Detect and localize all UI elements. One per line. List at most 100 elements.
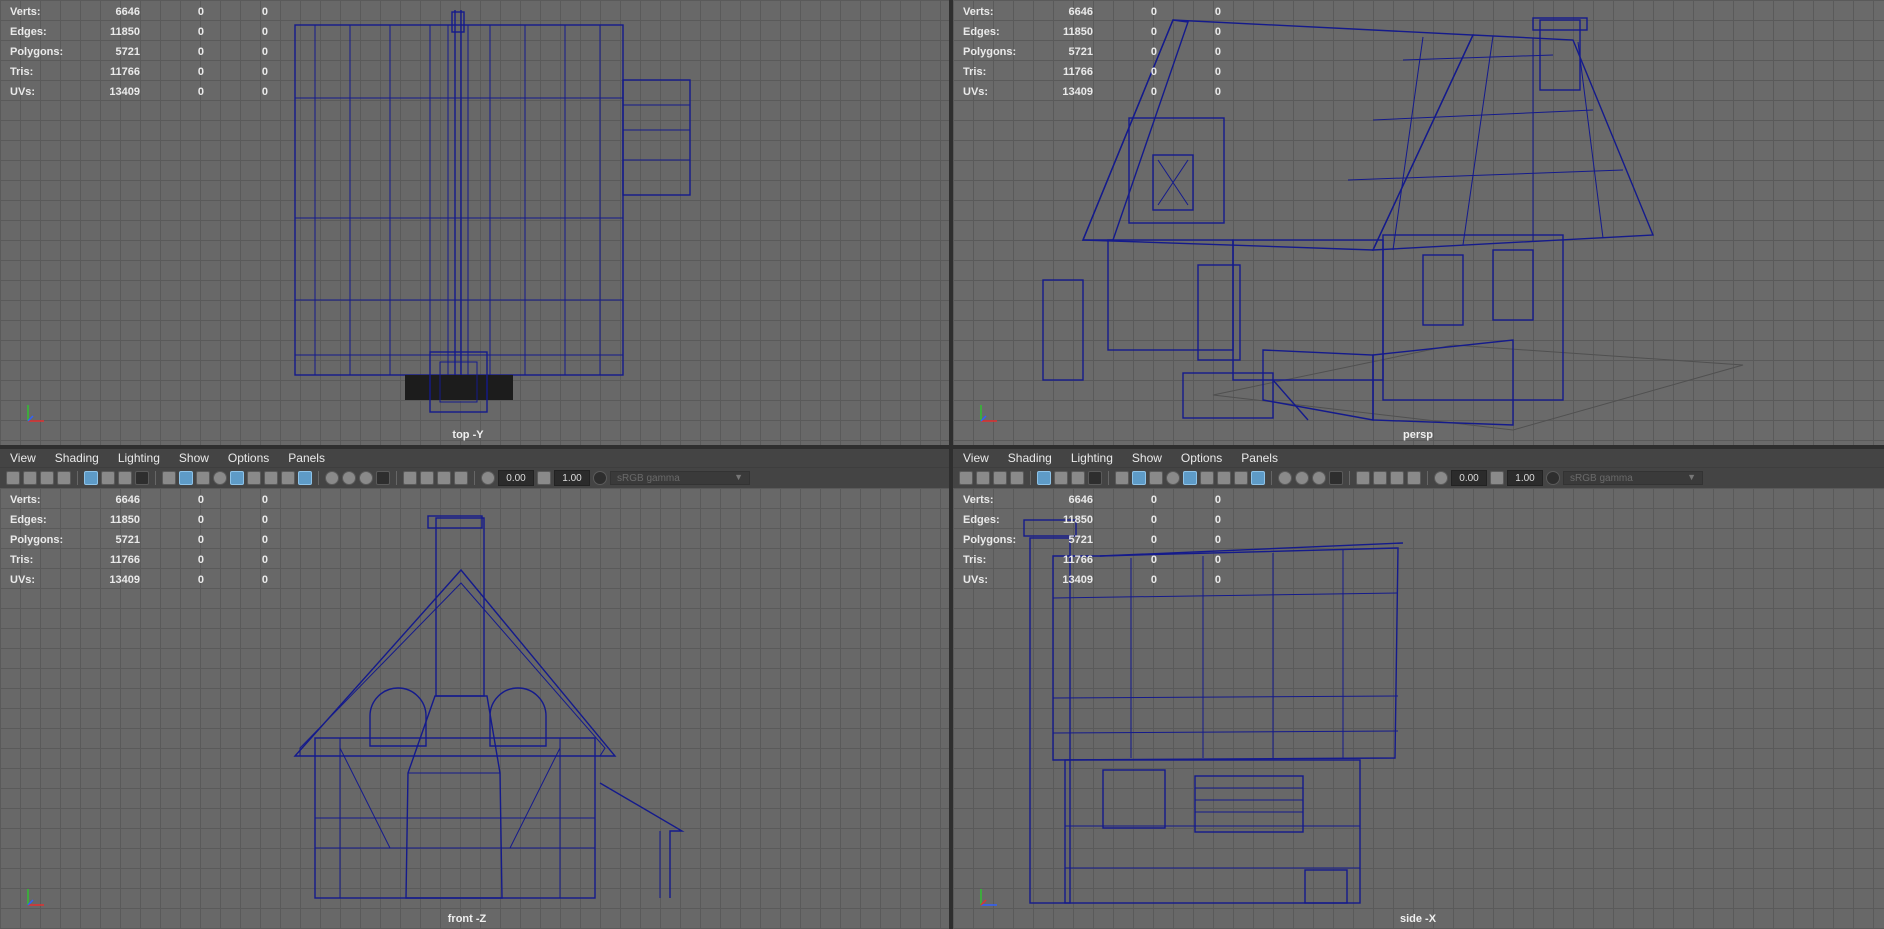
gamma-reset-icon[interactable] [537, 471, 551, 485]
viewport-front[interactable]: Verts: 6646 0 0 Edges: 11850 0 0 Polygons: 5721… [0, 488, 949, 929]
camera-label: side -X [1399, 913, 1437, 925]
toolbar-separator [318, 471, 319, 485]
grid-toggle-icon[interactable] [84, 471, 98, 485]
antialias-icon[interactable] [1278, 471, 1292, 485]
camera-icon[interactable] [959, 471, 973, 485]
gamma-icon[interactable] [1407, 471, 1421, 485]
ambient-occlusion-icon[interactable] [281, 471, 295, 485]
menu-lighting[interactable]: Lighting [1061, 451, 1122, 465]
motion-blur-icon[interactable] [1251, 471, 1265, 485]
shadows-icon[interactable] [1217, 471, 1231, 485]
viewport-top[interactable]: Verts: 6646 0 0 Edges: 11850 0 0 Polygons: 5721… [0, 0, 949, 445]
menu-shading[interactable]: Shading [45, 451, 108, 465]
antialias-icon[interactable] [325, 471, 339, 485]
menu-panels[interactable]: Panels [278, 451, 334, 465]
panel-menubar: View Shading Lighting Show Options Panel… [953, 449, 1884, 467]
bookmark-icon[interactable] [993, 471, 1007, 485]
menu-view[interactable]: View [953, 451, 998, 465]
gamma-reset-icon[interactable] [1490, 471, 1504, 485]
toolbar-separator [1108, 471, 1109, 485]
camera-lock-icon[interactable] [976, 471, 990, 485]
xray-joints-icon[interactable] [376, 471, 390, 485]
exposure-field[interactable]: 0.00 [1451, 470, 1487, 486]
isolate-select-icon[interactable] [1312, 471, 1326, 485]
exposure-reset-icon[interactable] [481, 471, 495, 485]
shadows-icon[interactable] [264, 471, 278, 485]
toolbar-separator [77, 471, 78, 485]
chevron-down-icon: ▼ [1687, 472, 1696, 482]
xray-active-icon[interactable] [1356, 471, 1370, 485]
wireframe-icon[interactable] [162, 471, 176, 485]
menu-show[interactable]: Show [1122, 451, 1171, 465]
backface-icon[interactable] [1373, 471, 1387, 485]
xray-icon[interactable] [1166, 471, 1180, 485]
textured-icon[interactable] [230, 471, 244, 485]
gamma-field[interactable]: 1.00 [554, 470, 590, 486]
gate-mask-icon[interactable] [1088, 471, 1102, 485]
panel-toolbar: 0.00 1.00 sRGB gamma ▼ [953, 468, 1884, 488]
depth-of-field-icon[interactable] [1295, 471, 1309, 485]
color-space-dropdown[interactable]: sRGB gamma ▼ [610, 471, 750, 485]
axis-gizmo-icon [27, 405, 44, 422]
color-space-dropdown[interactable]: sRGB gamma ▼ [1563, 471, 1703, 485]
menu-options[interactable]: Options [1171, 451, 1231, 465]
viewport-side[interactable]: Verts: 6646 0 0 Edges: 11850 0 0 Polygons: 5721… [953, 488, 1884, 929]
smooth-shade-icon[interactable] [1132, 471, 1146, 485]
chevron-down-icon: ▼ [734, 472, 743, 482]
image-plane-icon[interactable] [57, 471, 71, 485]
color-management-icon[interactable] [1546, 471, 1560, 485]
camera-label: front -Z [447, 913, 487, 925]
panel-menubar: View Shading Lighting Show Options Panel… [0, 449, 949, 467]
xray-joints-icon[interactable] [1329, 471, 1343, 485]
xray-active-icon[interactable] [403, 471, 417, 485]
exposure-reset-icon[interactable] [1434, 471, 1448, 485]
gamma-icon[interactable] [454, 471, 468, 485]
poly-count-hud: Verts: 6646 0 0 Edges: 11850 0 0 Polygons: 5721… [963, 6, 1221, 98]
lights-icon[interactable] [1200, 471, 1214, 485]
menu-show[interactable]: Show [169, 451, 218, 465]
lights-icon[interactable] [247, 471, 261, 485]
camera-lock-icon[interactable] [23, 471, 37, 485]
image-plane-icon[interactable] [1010, 471, 1024, 485]
grid-toggle-icon[interactable] [1037, 471, 1051, 485]
textured-icon[interactable] [1183, 471, 1197, 485]
wireframe-icon[interactable] [1115, 471, 1129, 485]
camera-label: persp [1403, 429, 1433, 441]
color-space-value: sRGB gamma [617, 472, 680, 484]
panel-toolbar: 0.00 1.00 sRGB gamma ▼ [0, 468, 949, 488]
smooth-shade-icon[interactable] [179, 471, 193, 485]
menu-shading[interactable]: Shading [998, 451, 1061, 465]
film-gate-icon[interactable] [1054, 471, 1068, 485]
color-management-icon[interactable] [593, 471, 607, 485]
axis-gizmo-icon [27, 889, 44, 906]
resolution-gate-icon[interactable] [118, 471, 132, 485]
poly-count-hud: Verts: 6646 0 0 Edges: 11850 0 0 Polygons: 5721… [10, 494, 268, 586]
menu-lighting[interactable]: Lighting [108, 451, 169, 465]
isolate-select-icon[interactable] [359, 471, 373, 485]
exposure-icon[interactable] [1390, 471, 1404, 485]
exposure-icon[interactable] [437, 471, 451, 485]
menu-panels[interactable]: Panels [1231, 451, 1287, 465]
default-material-icon[interactable] [196, 471, 210, 485]
poly-count-hud: Verts: 6646 0 0 Edges: 11850 0 0 Polygons: 5721… [963, 494, 1221, 586]
camera-icon[interactable] [6, 471, 20, 485]
backface-icon[interactable] [420, 471, 434, 485]
toolbar-separator [396, 471, 397, 485]
ambient-occlusion-icon[interactable] [1234, 471, 1248, 485]
axis-gizmo-icon [980, 889, 997, 906]
bookmark-icon[interactable] [40, 471, 54, 485]
menu-view[interactable]: View [0, 451, 45, 465]
film-gate-icon[interactable] [101, 471, 115, 485]
resolution-gate-icon[interactable] [1071, 471, 1085, 485]
depth-of-field-icon[interactable] [342, 471, 356, 485]
exposure-field[interactable]: 0.00 [498, 470, 534, 486]
axis-gizmo-icon [980, 405, 997, 422]
motion-blur-icon[interactable] [298, 471, 312, 485]
toolbar-separator [474, 471, 475, 485]
default-material-icon[interactable] [1149, 471, 1163, 485]
gamma-field[interactable]: 1.00 [1507, 470, 1543, 486]
menu-options[interactable]: Options [218, 451, 278, 465]
xray-icon[interactable] [213, 471, 227, 485]
gate-mask-icon[interactable] [135, 471, 149, 485]
viewport-persp[interactable]: Verts: 6646 0 0 Edges: 11850 0 0 Polygons: 5721… [953, 0, 1884, 445]
